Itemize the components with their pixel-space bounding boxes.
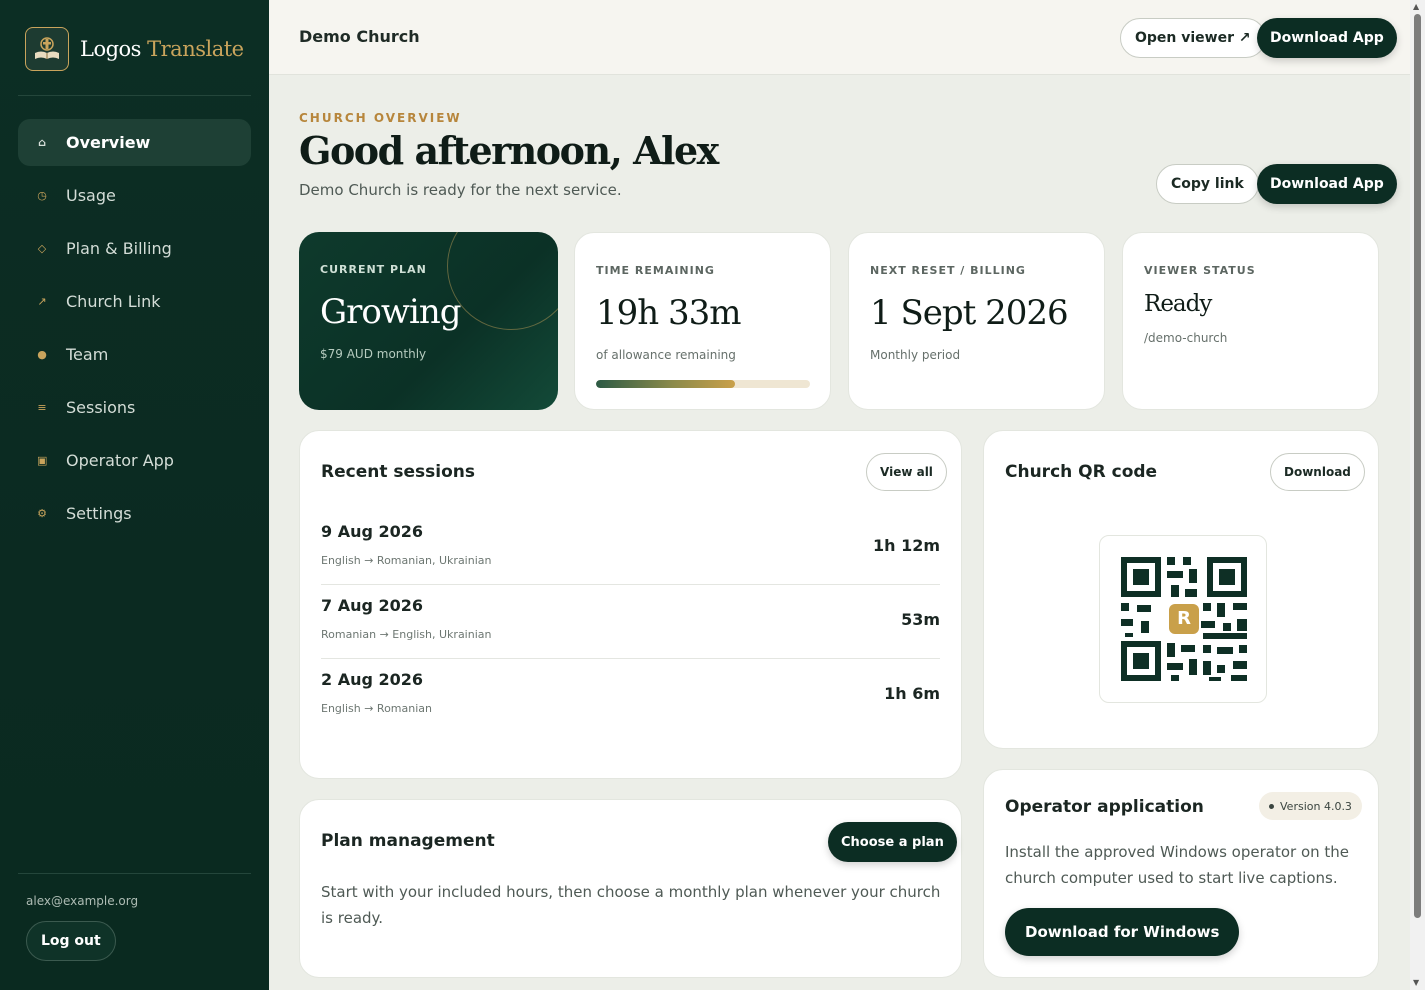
logout-button[interactable]: Log out	[26, 921, 116, 961]
sidebar-item-label: Sessions	[66, 398, 136, 417]
sidebar-divider	[18, 95, 251, 96]
decorative-circle	[447, 232, 558, 330]
list-icon: ≡	[37, 401, 47, 414]
info-icon: ●	[37, 348, 47, 361]
header-download-app-button[interactable]: Download App	[1257, 18, 1397, 58]
recent-sessions-title: Recent sessions	[321, 462, 475, 482]
brand-name-part1: Logos	[80, 37, 141, 61]
stat-label: CURRENT PLAN	[320, 263, 427, 276]
session-row[interactable]: 9 Aug 2026 English → Romanian, Ukrainian…	[321, 511, 940, 585]
version-badge: Version 4.0.3	[1259, 792, 1362, 820]
viewer-status-card: VIEWER STATUS Ready /demo-church	[1122, 232, 1379, 410]
plan-management-title: Plan management	[321, 831, 495, 851]
session-row[interactable]: 2 Aug 2026 English → Romanian 1h 6m	[321, 659, 940, 733]
stat-label: NEXT RESET / BILLING	[870, 264, 1026, 277]
book-logo-icon	[25, 27, 69, 71]
allowance-progress-bar	[596, 380, 810, 388]
scroll-down-arrow-icon[interactable]: ▼	[1413, 978, 1419, 987]
session-duration: 53m	[901, 610, 940, 629]
page-kicker: CHURCH OVERVIEW	[299, 111, 462, 125]
stat-label: VIEWER STATUS	[1144, 264, 1256, 277]
sidebar-item-team[interactable]: ● Team	[18, 331, 251, 378]
sidebar: Logos Translate ⌂ Overview ◷ Usage ◇ Pla…	[0, 0, 269, 990]
status-dot-icon	[1269, 803, 1274, 809]
operator-application-text: Install the approved Windows operator on…	[1005, 843, 1350, 887]
arrow-link-icon: ↗	[37, 295, 47, 308]
qr-center-letter: R	[1177, 608, 1191, 629]
sidebar-item-settings[interactable]: ⚙ Settings	[18, 490, 251, 537]
church-name: Demo Church	[299, 27, 420, 46]
session-duration: 1h 12m	[872, 536, 940, 555]
session-languages: English → Romanian	[321, 702, 433, 715]
sidebar-item-sessions[interactable]: ≡ Sessions	[18, 384, 251, 431]
open-viewer-button[interactable]: Open viewer ↗	[1120, 18, 1266, 58]
user-email: alex@example.org	[26, 894, 139, 908]
session-languages: English → Romanian, Ukrainian	[321, 554, 492, 567]
sidebar-item-label: Team	[66, 345, 109, 364]
current-plan-price: $79 AUD monthly	[320, 347, 427, 361]
qr-code[interactable]: R	[1099, 535, 1267, 703]
page-scrollbar[interactable]: ▲ ▼	[1410, 0, 1425, 990]
operator-application-title: Operator application	[1005, 797, 1204, 817]
current-plan-value: Growing	[320, 292, 462, 332]
current-plan-card: CURRENT PLAN Growing $79 AUD monthly	[299, 232, 558, 410]
sidebar-item-label: Operator App	[66, 451, 174, 470]
page-title: Good afternoon, Alex	[299, 128, 719, 173]
church-qr-card: Church QR code Download R	[983, 430, 1379, 749]
scroll-thumb[interactable]	[1414, 14, 1421, 918]
viewer-slug: /demo-church	[1144, 331, 1228, 345]
session-duration: 1h 6m	[884, 684, 940, 703]
session-languages: Romanian → English, Ukrainian	[321, 628, 492, 641]
sidebar-divider	[18, 873, 251, 874]
choose-plan-button[interactable]: Choose a plan	[828, 822, 957, 862]
sidebar-item-label: Plan & Billing	[66, 239, 172, 258]
brand-name-part2: Translate	[147, 37, 244, 61]
sidebar-item-plan-billing[interactable]: ◇ Plan & Billing	[18, 225, 251, 272]
plan-management-text: Start with your included hours, then cho…	[321, 883, 941, 927]
stat-label: TIME REMAINING	[596, 264, 715, 277]
sidebar-item-label: Settings	[66, 504, 132, 523]
app-window-icon: ▣	[37, 454, 48, 467]
brand-name: Logos Translate	[80, 37, 244, 61]
scroll-up-arrow-icon[interactable]: ▲	[1413, 2, 1419, 11]
sidebar-item-operator-app[interactable]: ▣ Operator App	[18, 437, 251, 484]
view-all-button[interactable]: View all	[866, 453, 947, 491]
clock-icon: ◷	[37, 189, 47, 202]
allowance-progress-fill	[596, 380, 736, 388]
recent-sessions-card: Recent sessions View all 9 Aug 2026 Engl…	[299, 430, 962, 779]
sidebar-item-label: Usage	[66, 186, 116, 205]
top-bar: Demo Church Open viewer ↗ Download App	[269, 0, 1410, 75]
hero-download-app-button[interactable]: Download App	[1257, 164, 1397, 204]
session-date: 7 Aug 2026	[321, 596, 424, 615]
sidebar-item-overview[interactable]: ⌂ Overview	[18, 119, 251, 166]
plan-management-card: Plan management Choose a plan Start with…	[299, 799, 962, 978]
page-subtitle: Demo Church is ready for the next servic…	[299, 181, 622, 199]
qr-download-button[interactable]: Download	[1270, 453, 1365, 491]
session-row[interactable]: 7 Aug 2026 Romanian → English, Ukrainian…	[321, 585, 940, 659]
diamond-icon: ◇	[37, 242, 47, 255]
session-date: 9 Aug 2026	[321, 522, 424, 541]
time-remaining-card: TIME REMAINING 19h 33m of allowance rema…	[574, 232, 831, 410]
copy-link-button[interactable]: Copy link	[1156, 164, 1259, 204]
brand[interactable]: Logos Translate	[25, 27, 244, 71]
version-label: Version 4.0.3	[1280, 799, 1352, 813]
gear-icon: ⚙	[37, 507, 47, 520]
session-date: 2 Aug 2026	[321, 670, 424, 689]
operator-application-card: Operator application Version 4.0.3 Insta…	[983, 769, 1379, 978]
download-for-windows-button[interactable]: Download for Windows	[1005, 908, 1240, 956]
home-icon: ⌂	[38, 136, 46, 149]
viewer-status-value: Ready	[1144, 291, 1212, 317]
sidebar-item-church-link[interactable]: ↗ Church Link	[18, 278, 251, 325]
sidebar-item-label: Overview	[66, 133, 151, 152]
sidebar-nav: ⌂ Overview ◷ Usage ◇ Plan & Billing ↗ Ch…	[18, 119, 251, 543]
sidebar-item-usage[interactable]: ◷ Usage	[18, 172, 251, 219]
next-reset-card: NEXT RESET / BILLING 1 Sept 2026 Monthly…	[848, 232, 1105, 410]
time-remaining-sub: of allowance remaining	[596, 348, 736, 362]
church-qr-title: Church QR code	[1005, 462, 1158, 482]
time-remaining-value: 19h 33m	[596, 293, 741, 333]
next-reset-value: 1 Sept 2026	[870, 293, 1069, 333]
sidebar-item-label: Church Link	[66, 292, 161, 311]
next-reset-sub: Monthly period	[870, 348, 961, 362]
